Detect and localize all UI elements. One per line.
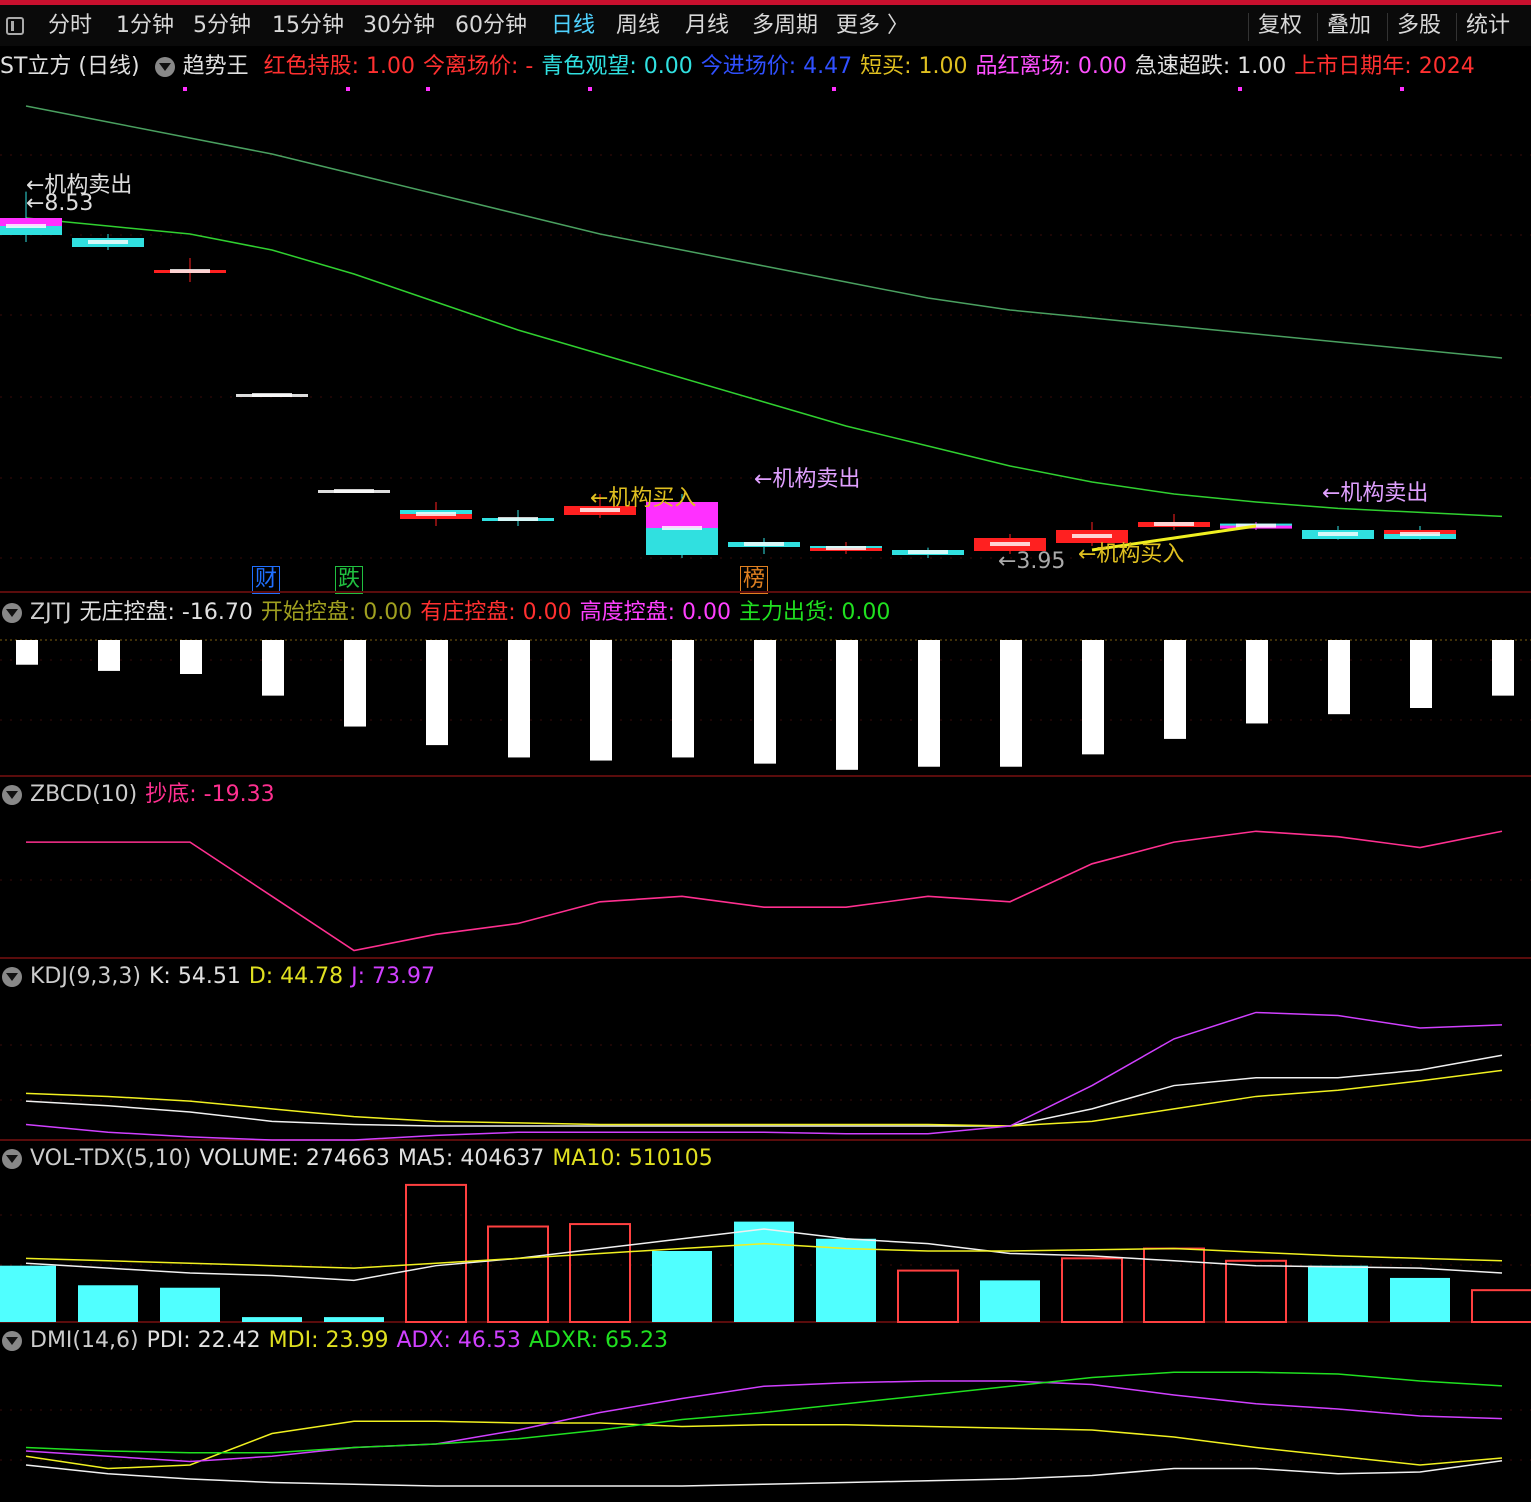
volume-bar <box>78 1285 138 1322</box>
candle-highlight <box>662 526 702 530</box>
kdj-k-line <box>25 1054 1503 1127</box>
volume-bar <box>324 1317 384 1322</box>
zbcd-line <box>26 830 1503 952</box>
volume-bar <box>1225 1259 1287 1323</box>
zjtj-bar <box>344 640 366 727</box>
signal-marker <box>588 87 592 91</box>
volume-bar <box>1390 1277 1450 1322</box>
zjtj-bar <box>98 640 120 671</box>
zjtj-bar <box>508 640 530 758</box>
zjtj-bar <box>1000 640 1022 767</box>
zjtj-bar <box>1492 640 1514 696</box>
volume-bar <box>1061 1257 1123 1324</box>
candle-highlight <box>334 489 374 493</box>
candle-highlight <box>908 550 948 554</box>
candle-highlight <box>744 542 784 546</box>
zjtj-bar <box>180 640 202 674</box>
zjtj-bar <box>426 640 448 746</box>
chart-annotation: ←机构买入 <box>590 486 696 511</box>
zjtj-bar <box>1164 640 1186 739</box>
candle-highlight <box>252 393 292 397</box>
candle-highlight <box>1072 534 1112 538</box>
zjtj-bar <box>836 640 858 770</box>
volume-bar <box>980 1280 1040 1322</box>
volume-bar <box>897 1269 959 1323</box>
candle-highlight <box>1154 522 1194 526</box>
volume-bar <box>405 1183 467 1324</box>
signal-marker <box>1400 87 1404 91</box>
candle-highlight <box>1318 532 1358 536</box>
volume-bar <box>652 1251 712 1322</box>
chart-annotation: ←8.53 <box>26 191 93 216</box>
volume-bar <box>160 1287 220 1322</box>
volume-bar <box>1308 1265 1368 1322</box>
volume-bar <box>242 1317 302 1322</box>
volume-bar <box>487 1225 549 1323</box>
volume-bar <box>1471 1289 1531 1323</box>
chart-annotation: ←机构卖出 <box>754 467 860 492</box>
volume-bar <box>0 1265 56 1322</box>
candle-highlight <box>1400 532 1440 536</box>
candle-highlight <box>416 512 456 516</box>
signal-marker <box>832 87 836 91</box>
zjtj-bar <box>1082 640 1104 755</box>
chart-canvas[interactable]: ←机构卖出←8.53←机构买入←机构卖出←3.95 ←机构买入←机构卖出 <box>0 0 1531 1502</box>
dmi-pdi-line <box>25 1460 1503 1487</box>
zjtj-bar <box>262 640 284 696</box>
zjtj-bar <box>754 640 776 764</box>
zjtj-bar <box>1246 640 1268 724</box>
zjtj-bar <box>1410 640 1432 708</box>
dmi-mdi-line <box>25 1420 1503 1470</box>
zjtj-bar <box>918 640 940 767</box>
kdj-j-line <box>25 1011 1503 1141</box>
signal-marker <box>426 87 430 91</box>
candle-highlight <box>170 269 210 273</box>
chart-annotation: ←机构买入 <box>1078 542 1184 567</box>
chart-annotation: ←3.95 <box>998 549 1065 574</box>
candle-highlight <box>88 240 128 244</box>
candle-highlight <box>6 224 46 228</box>
candle-body <box>646 528 718 555</box>
candle-highlight <box>990 542 1030 546</box>
zjtj-bar <box>16 640 38 665</box>
zjtj-bar <box>590 640 612 761</box>
volume-bar <box>734 1221 794 1322</box>
signal-marker <box>1238 87 1242 91</box>
signal-marker <box>183 87 187 91</box>
dmi-adxr-line <box>25 1371 1503 1454</box>
zjtj-bar <box>1328 640 1350 715</box>
volume-bar <box>569 1223 631 1324</box>
ma-long-line <box>25 105 1503 359</box>
volume-bar <box>816 1238 876 1322</box>
candle-highlight <box>826 546 866 550</box>
candle-highlight <box>498 517 538 521</box>
kdj-d-line <box>25 1069 1503 1127</box>
zjtj-bar <box>672 640 694 758</box>
signal-marker <box>346 87 350 91</box>
chart-annotation: ←机构卖出 <box>1322 481 1428 506</box>
